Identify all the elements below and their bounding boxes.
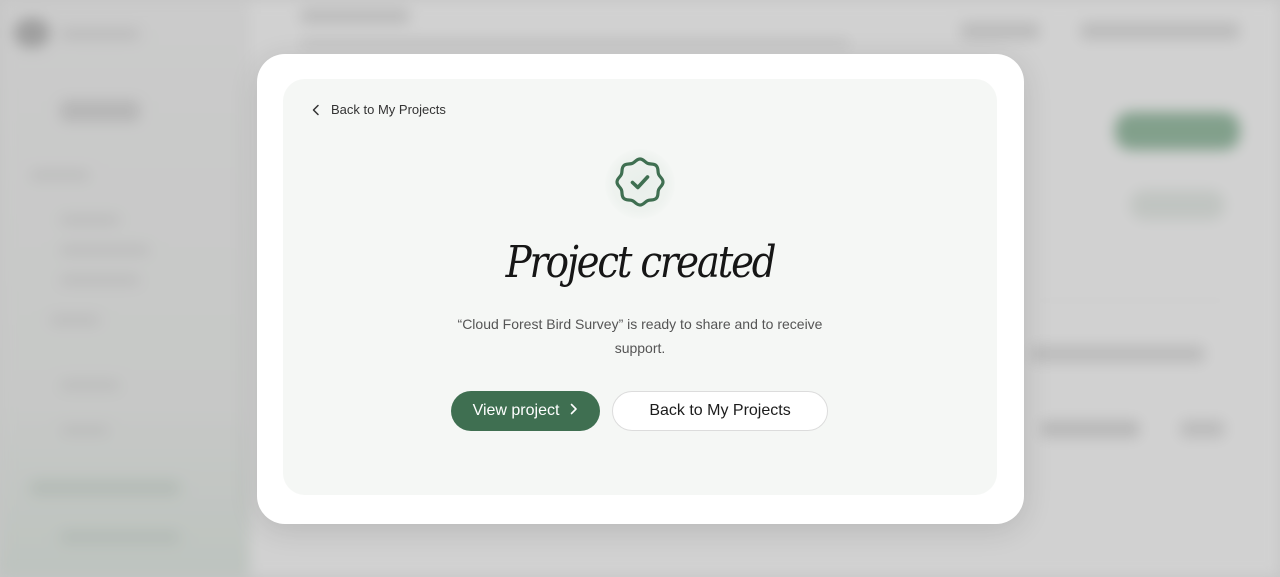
confirmation-card: Back to My Projects Project created “Clo… — [283, 79, 997, 495]
dialog-description: “Cloud Forest Bird Survey” is ready to s… — [457, 316, 823, 356]
success-badge — [605, 149, 675, 219]
dialog-title: Project created — [505, 237, 777, 288]
view-project-button[interactable]: View project — [451, 391, 600, 431]
back-to-projects-link[interactable]: Back to My Projects — [311, 102, 446, 117]
verified-badge-icon — [612, 154, 668, 215]
view-project-label: View project — [472, 402, 560, 419]
back-to-projects-button[interactable]: Back to My Projects — [612, 391, 828, 431]
chevron-left-icon — [311, 104, 321, 116]
dialog-actions: View project Back to My Projects — [451, 391, 828, 431]
project-created-dialog: Back to My Projects Project created “Clo… — [257, 54, 1024, 524]
chevron-right-icon — [569, 402, 578, 420]
back-link-label: Back to My Projects — [331, 102, 446, 117]
